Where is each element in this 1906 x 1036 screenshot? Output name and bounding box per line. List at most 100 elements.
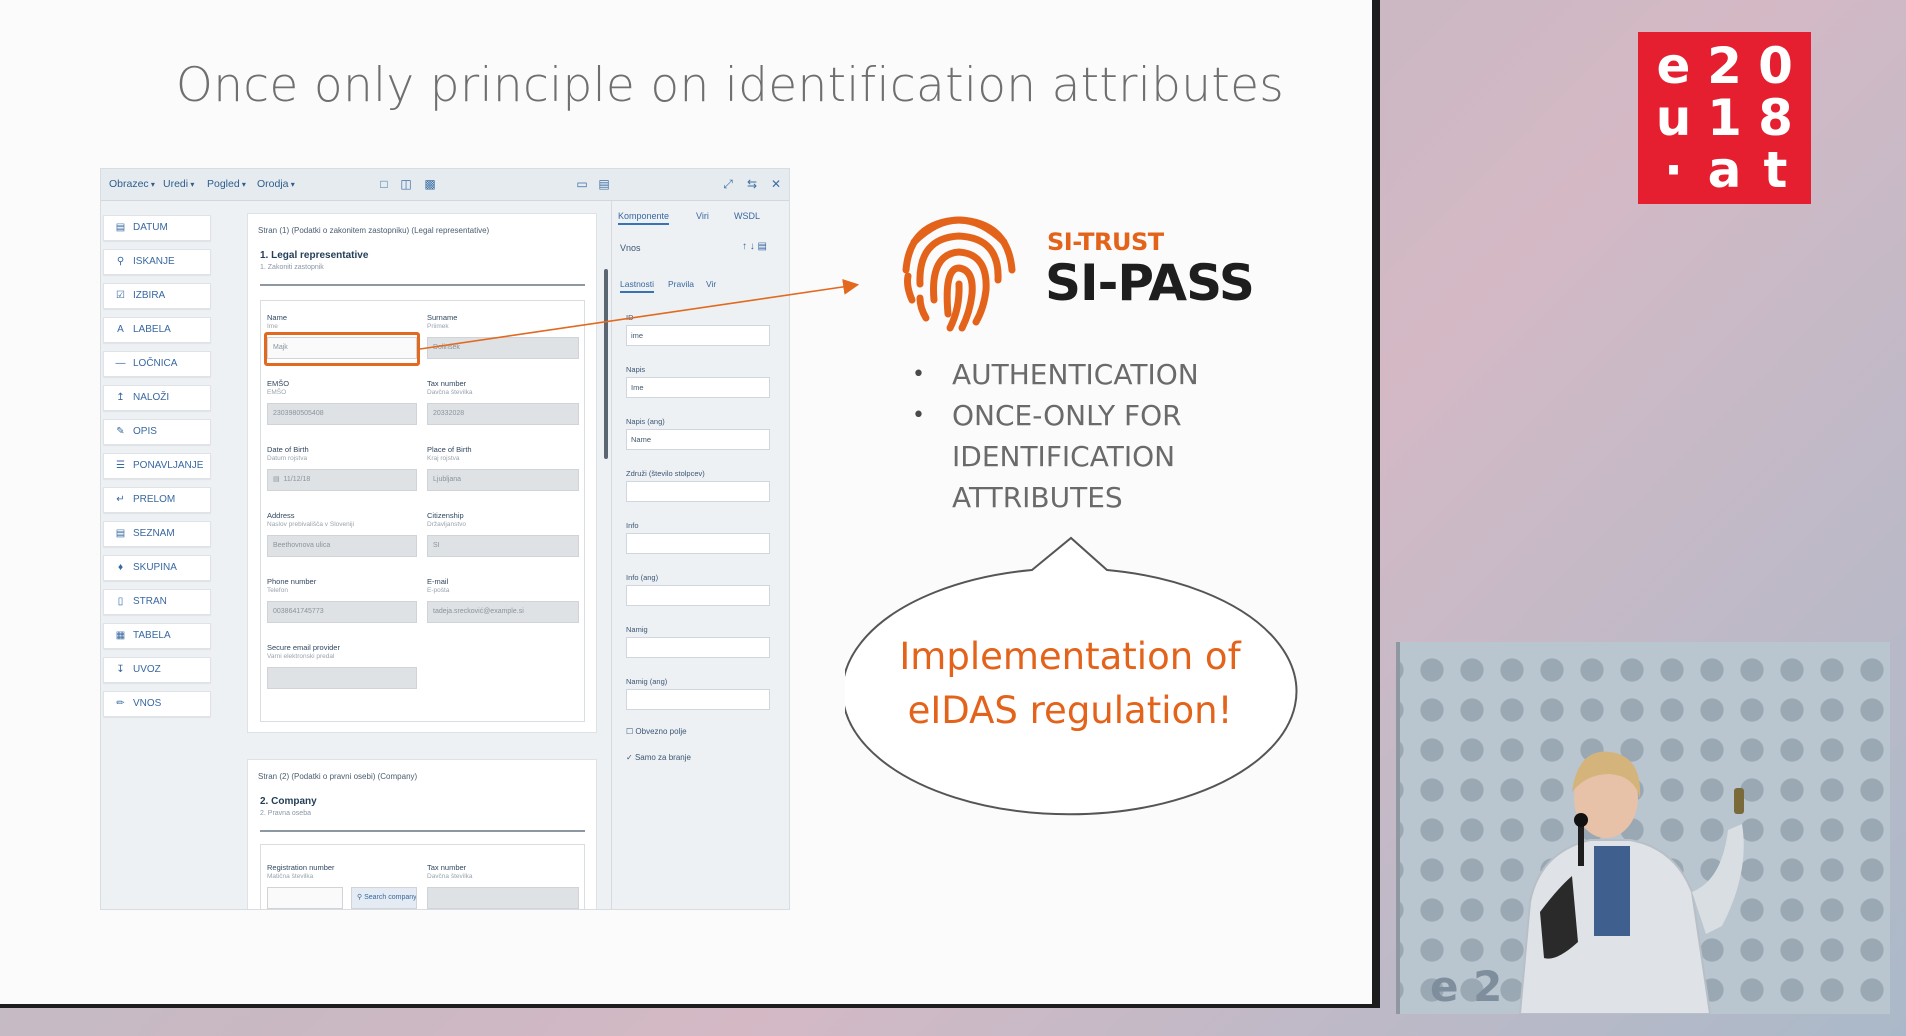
citizenship-input[interactable]: SI (427, 535, 579, 557)
secure-email-select[interactable] (267, 667, 417, 689)
menu-orodja[interactable]: Orodja (257, 178, 295, 190)
section-subtitle: 2. Pravna oseba (260, 810, 311, 817)
presenter-figure (1518, 751, 1744, 1014)
tab-komponente[interactable]: Komponente (618, 211, 670, 225)
tab-viri[interactable]: Viri (696, 211, 709, 221)
section-path: Stran (2) (Podatki o pravni osebi) (Comp… (258, 772, 418, 781)
samo-za-branje-checkbox[interactable]: ✓ Samo za branje (626, 753, 691, 762)
name-label: Name (267, 313, 288, 322)
search-company-button[interactable]: ⚲ Search company (351, 887, 417, 909)
tab-wsdl[interactable]: WSDL (734, 211, 760, 221)
pob-hint: Kraj rojstva (427, 455, 460, 462)
info-label: Info (626, 521, 639, 530)
table-icon: ▦ (115, 630, 126, 641)
phone-input[interactable]: 0038641745773 (267, 601, 417, 623)
edit-icon: ✎ (116, 426, 125, 437)
search-icon: ⚲ (116, 256, 125, 267)
form-page-legal-representative: Stran (1) (Podatki o zakonitem zastopnik… (247, 213, 597, 733)
menu-uredi[interactable]: Uredi (163, 178, 194, 190)
info-input[interactable] (626, 533, 770, 554)
sidebar-item-locnica[interactable]: — LOČNICA (103, 351, 211, 377)
sidebar-item-seznam[interactable]: ▤ SEZNAM (103, 521, 211, 547)
napis-label: Napis (626, 365, 646, 374)
divider-icon: — (115, 358, 126, 369)
e2018-at-logo: e 2 0 u 1 8 · a t (1638, 32, 1811, 204)
address-label: Address (267, 511, 295, 520)
surname-hint: Priimek (427, 323, 449, 330)
sidebar-item-opis[interactable]: ✎ OPIS (103, 419, 211, 445)
save-icon[interactable]: ▩ (423, 176, 437, 192)
sidebar-item-uvoz[interactable]: ↧ UVOZ (103, 657, 211, 683)
obvezno-checkbox[interactable]: ☐ Obvezno polje (626, 727, 687, 736)
section-title: 2. Company (260, 796, 317, 807)
tax-number-input[interactable]: 20332028 (427, 403, 579, 425)
citizenship-label: Citizenship (427, 511, 464, 520)
subtab-lastnosti[interactable]: Lastnosti (620, 279, 655, 293)
section-divider (260, 284, 585, 286)
sidebar-item-ponavljanje[interactable]: ☰ PONAVLJANJE (103, 453, 211, 479)
list-icon: ▤ (115, 528, 126, 539)
sidebar-item-prelom[interactable]: ↵ PRELOM (103, 487, 211, 513)
menu-pogled[interactable]: Pogled (207, 178, 246, 190)
close-icon[interactable]: ✕ (769, 176, 783, 192)
sidebar-item-izbira[interactable]: ☑ IZBIRA (103, 283, 211, 309)
label-icon: A (117, 324, 124, 335)
expand-icon[interactable]: ⤢ (721, 176, 735, 192)
sidebar-item-skupina[interactable]: ♦ SKUPINA (103, 555, 211, 581)
monitor-icon[interactable]: ▭ (575, 176, 589, 192)
scrollbar[interactable] (604, 269, 608, 459)
namig-label: Namig (626, 625, 648, 634)
dob-input[interactable]: ▤ 11/12/18 (267, 469, 417, 491)
new-document-icon[interactable]: □ (377, 176, 391, 192)
si-pass-brand: SI-PASS (1045, 254, 1255, 312)
emso-input[interactable]: 2303980505408 (267, 403, 417, 425)
sidebar-item-tabela[interactable]: ▦ TABELA (103, 623, 211, 649)
section-title: 1. Legal representative (260, 250, 369, 261)
registration-input[interactable] (267, 887, 343, 909)
subtab-vir[interactable]: Vir (706, 279, 716, 289)
tax-number-hint: Davčna številka (427, 389, 473, 396)
registration-label: Registration number (267, 863, 335, 872)
zdruzi-label: Združi (število stolpcev) (626, 469, 705, 478)
sidebar-item-datum[interactable]: ▤ DATUM (103, 215, 211, 241)
zdruzi-input[interactable] (626, 481, 770, 502)
sidebar-item-stran[interactable]: ▯ STRAN (103, 589, 211, 615)
phone-hint: Telefon (267, 587, 288, 594)
menu-obrazec[interactable]: Obrazec (109, 178, 155, 190)
napis-ang-input[interactable]: Name (626, 429, 770, 450)
company-tax-input[interactable] (427, 887, 579, 909)
name-field-highlight (264, 332, 420, 366)
section-path: Stran (1) (Podatki o zakonitem zastopnik… (258, 226, 490, 235)
sidebar-item-iskanje[interactable]: ⚲ ISKANJE (103, 249, 211, 275)
namig-input[interactable] (626, 637, 770, 658)
sidebar-item-vnos[interactable]: ✏ VNOS (103, 691, 211, 717)
move-arrows-icon[interactable]: ↑ ↓ ▤ (742, 241, 767, 252)
presentation-slide: Once only principle on identification at… (0, 0, 1380, 1008)
checkbox-icon: ☑ (116, 290, 125, 301)
company-tax-hint: Davčna številka (427, 873, 473, 880)
document-icon[interactable]: ▤ (597, 176, 611, 192)
id-input[interactable]: ime (626, 325, 770, 346)
subtab-pravila[interactable]: Pravila (668, 279, 694, 289)
napis-input[interactable]: Ime (626, 377, 770, 398)
info-ang-input[interactable] (626, 585, 770, 606)
id-label: ID (626, 313, 634, 322)
swap-icon[interactable]: ⇆ (745, 176, 759, 192)
calendar-icon: ▤ (115, 222, 126, 233)
dob-hint: Datum rojstva (267, 455, 308, 462)
address-hint: Naslov prebivališča v Sloveniji (267, 521, 355, 528)
company-tax-label: Tax number (427, 863, 467, 872)
pob-input[interactable]: Ljubljana (427, 469, 579, 491)
feature-item: AUTHENTICATION (912, 354, 1272, 395)
tax-number-label: Tax number (427, 379, 467, 388)
napis-ang-label: Napis (ang) (626, 417, 665, 426)
sidebar-item-labela[interactable]: A LABELA (103, 317, 211, 343)
presenter-video: e 2 (1396, 642, 1890, 1014)
sidebar-item-nalozi[interactable]: ↥ NALOŽI (103, 385, 211, 411)
surname-input[interactable]: Dolinšek (427, 337, 579, 359)
properties-panel: Komponente Viri WSDL Vnos ↑ ↓ ▤ Lastnost… (611, 201, 789, 909)
namig-ang-input[interactable] (626, 689, 770, 710)
address-input[interactable]: Beethovnova ulica (267, 535, 417, 557)
email-input[interactable]: tadeja.srecković@example.si (427, 601, 579, 623)
open-folder-icon[interactable]: ◫ (399, 176, 413, 192)
